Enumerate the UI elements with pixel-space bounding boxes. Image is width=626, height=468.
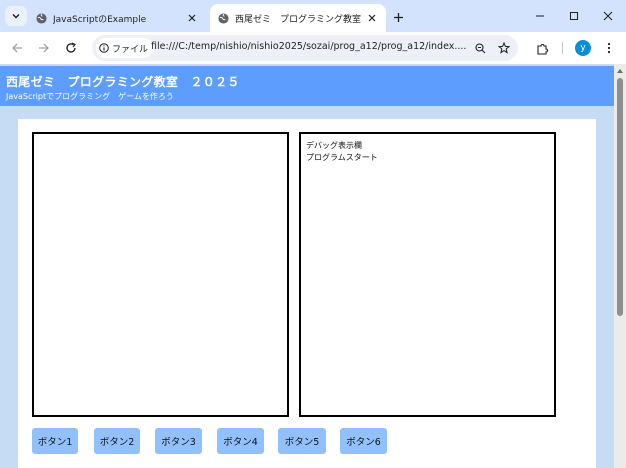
globe-icon — [36, 12, 47, 24]
maximize-icon — [570, 12, 578, 20]
plus-icon — [393, 12, 403, 22]
back-button[interactable] — [8, 39, 26, 57]
minimize-icon — [536, 15, 544, 17]
vertical-scrollbar[interactable] — [614, 64, 626, 468]
tab-strip: JavaScriptのExample 西尾ゼミ プログラミング教室 ２０２５ — [0, 0, 626, 32]
site-info-chip[interactable]: ファイル — [96, 38, 154, 58]
tab-title: JavaScriptのExample — [53, 14, 147, 25]
chevron-down-icon — [12, 14, 20, 19]
button-6[interactable]: ボタン6 — [340, 428, 387, 454]
new-tab-button[interactable] — [389, 8, 407, 26]
button-3[interactable]: ボタン3 — [155, 428, 202, 454]
button-5[interactable]: ボタン5 — [278, 428, 326, 454]
tab-title: 西尾ゼミ プログラミング教室 ２０２５ — [235, 14, 364, 25]
tab-search-button[interactable] — [5, 6, 27, 26]
scroll-up-arrow-icon[interactable] — [617, 69, 623, 73]
info-icon — [99, 43, 109, 53]
debug-line: デバッグ表示欄 — [306, 141, 362, 150]
page-subtitle: JavaScriptでプログラミング ゲームを作ろう — [6, 92, 174, 101]
page-viewport: 西尾ゼミ プログラミング教室 ２０２５ JavaScriptでプログラミング ゲ… — [0, 64, 614, 468]
address-bar[interactable]: ファイル file:///C:/temp/nishio/nishio2025/s… — [92, 35, 518, 61]
bookmark-star-icon[interactable] — [496, 40, 512, 56]
forward-button[interactable] — [35, 39, 53, 57]
globe-icon — [218, 12, 229, 24]
button-4[interactable]: ボタン4 — [217, 428, 264, 454]
button-1[interactable]: ボタン1 — [32, 428, 78, 454]
close-window-button[interactable] — [599, 7, 617, 25]
puzzle-icon — [536, 43, 548, 55]
browser-toolbar: ファイル file:///C:/temp/nishio/nishio2025/s… — [0, 32, 626, 64]
game-canvas[interactable] — [32, 132, 289, 417]
arrow-left-icon — [12, 43, 22, 53]
close-icon[interactable] — [184, 10, 200, 26]
kebab-menu-icon — [607, 42, 611, 54]
debug-line: プログラムスタート — [306, 153, 378, 162]
scroll-thumb[interactable] — [617, 78, 623, 316]
menu-button[interactable] — [600, 39, 618, 57]
security-chip-label: ファイル — [112, 44, 149, 55]
close-icon[interactable] — [364, 10, 380, 26]
extensions-button[interactable] — [533, 39, 551, 57]
close-icon — [603, 11, 613, 21]
tab-javascript-example[interactable]: JavaScriptのExample — [28, 4, 206, 32]
arrow-right-icon — [39, 43, 49, 53]
profile-avatar[interactable]: y — [575, 40, 591, 56]
minimize-button[interactable] — [531, 7, 549, 25]
zoom-icon[interactable] — [472, 40, 488, 56]
debug-panel: デバッグ表示欄 プログラムスタート — [299, 132, 556, 417]
maximize-button[interactable] — [565, 7, 583, 25]
toolbar-divider — [562, 42, 563, 54]
button-2[interactable]: ボタン2 — [94, 428, 140, 454]
reload-button[interactable] — [62, 39, 80, 57]
main-content: デバッグ表示欄 プログラムスタート ボタン1 ボタン2 ボタン3 ボタン4 ボタ… — [18, 119, 596, 468]
site-header: 西尾ゼミ プログラミング教室 ２０２５ JavaScriptでプログラミング ゲ… — [0, 66, 614, 106]
reload-icon — [66, 42, 76, 53]
url-text[interactable]: file:///C:/temp/nishio/nishio2025/sozai/… — [151, 41, 466, 52]
tab-nishio-seminar[interactable]: 西尾ゼミ プログラミング教室 ２０２５ — [210, 4, 386, 32]
page-title: 西尾ゼミ プログラミング教室 ２０２５ — [6, 75, 240, 89]
